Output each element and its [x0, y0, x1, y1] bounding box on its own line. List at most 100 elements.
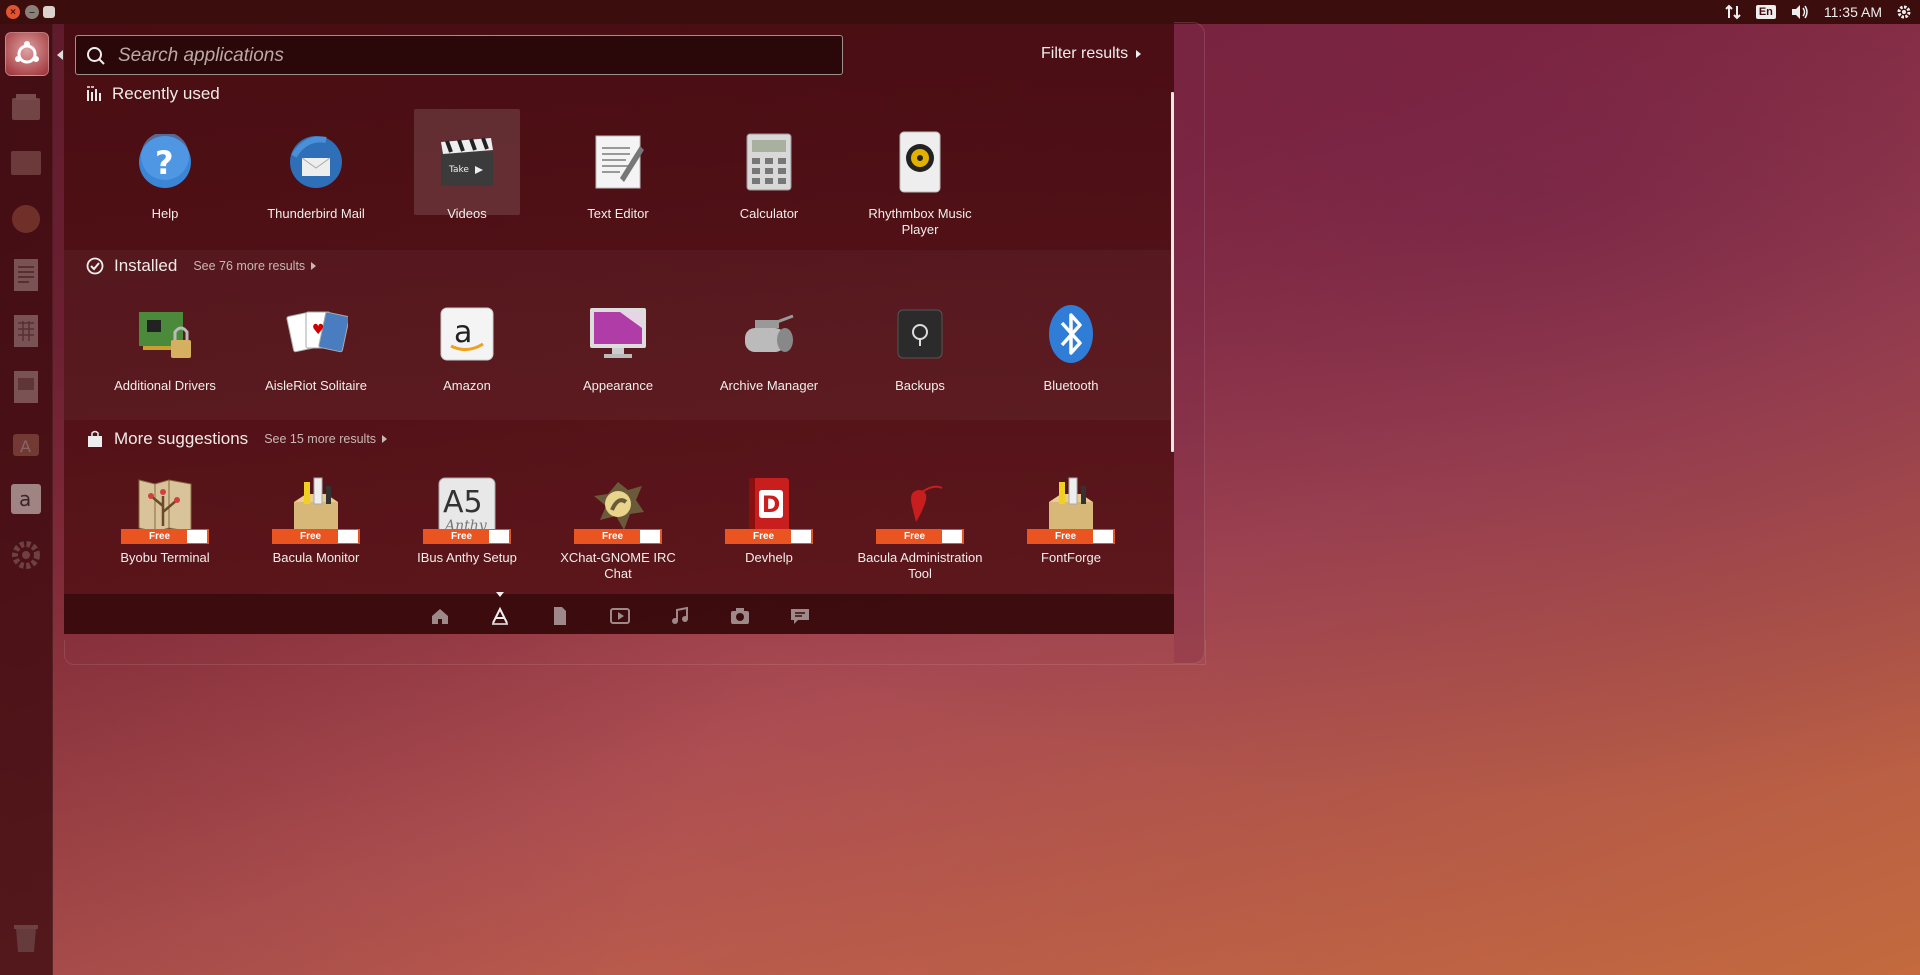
see-more-arrow-icon [311, 262, 317, 270]
amazon-launcher-icon[interactable]: a [5, 478, 47, 520]
writer-launcher-icon[interactable] [5, 254, 47, 296]
section-title-installed: Installed [114, 256, 178, 275]
video-lens-icon[interactable] [608, 604, 632, 628]
search-box[interactable] [75, 35, 843, 75]
app-label: Backups [895, 378, 945, 393]
search-input[interactable] [116, 41, 830, 71]
thunderbird-icon [284, 130, 348, 194]
app-label: Amazon [443, 378, 491, 393]
installed-see-more-link[interactable]: See 76 more results [193, 259, 317, 273]
app-tile[interactable]: Appearance [543, 302, 693, 394]
minimize-window-button[interactable]: – [25, 5, 39, 19]
app-tile[interactable]: D Free Devhelp [694, 474, 844, 566]
app-label: Devhelp [745, 550, 793, 565]
dash-home-button[interactable] [5, 32, 49, 76]
app-tile[interactable]: Free XChat-GNOME IRC Chat [543, 474, 693, 582]
filter-results-button[interactable]: Filter results [1041, 45, 1142, 63]
social-lens-icon[interactable] [788, 604, 812, 628]
maximize-window-button[interactable] [43, 6, 55, 18]
recent-apps-category-icon [87, 86, 101, 101]
indicator-tray: En 11:35 AM [1724, 0, 1920, 24]
files-lens-icon[interactable] [548, 604, 572, 628]
app-tile[interactable]: Free Bacula Monitor [241, 474, 391, 566]
app-tile[interactable]: A5 Anthy Free IBus Anthy Setup [392, 474, 542, 566]
applications-lens-icon[interactable] [488, 604, 512, 628]
files-folder-launcher-icon[interactable] [5, 142, 47, 184]
suggestions-see-more-label: See 15 more results [264, 432, 377, 446]
photos-lens-icon[interactable] [728, 604, 752, 628]
app-tile[interactable]: Backups [845, 302, 995, 394]
search-icon [86, 46, 106, 71]
active-lens-indicator [496, 592, 504, 597]
app-tile[interactable]: ♥ AisleRiot Solitaire [241, 302, 391, 394]
language-label: En [1755, 5, 1776, 19]
calc-launcher-icon[interactable] [5, 310, 47, 352]
app-tile[interactable]: Calculator [694, 130, 844, 222]
app-label: Help [151, 206, 179, 221]
svg-text:?: ? [155, 144, 174, 182]
app-tile[interactable]: Thunderbird Mail [241, 130, 391, 222]
see-more-arrow-icon [382, 435, 388, 443]
firefox-launcher-icon[interactable] [5, 198, 47, 240]
music-lens-icon[interactable] [668, 604, 692, 628]
free-badge: Free [121, 529, 209, 544]
svg-text:a: a [454, 315, 472, 350]
session-gear-icon[interactable] [1896, 4, 1912, 20]
volume-icon[interactable] [1790, 4, 1810, 20]
app-tile[interactable]: Archive Manager [694, 302, 844, 394]
app-tile[interactable]: Free Bacula Administration Tool [845, 474, 995, 582]
app-label: IBus Anthy Setup [417, 550, 517, 565]
files-launcher-icon[interactable] [5, 86, 47, 128]
clock[interactable]: 11:35 AM [1824, 4, 1882, 20]
anthy-icon: A5 Anthy Free [423, 474, 511, 544]
app-tile[interactable]: Rhythmbox Music Player [845, 130, 995, 238]
close-window-button[interactable]: × [6, 5, 20, 19]
installed-header: Installed See 76 more results [86, 256, 317, 276]
app-tile[interactable]: ? Help [90, 130, 240, 222]
results-scrollbar[interactable] [1171, 92, 1174, 452]
free-badge: Free [423, 529, 511, 544]
keyboard-layout-indicator[interactable]: En [1755, 5, 1776, 19]
archive-icon [737, 302, 801, 366]
fontforge-icon: Free [1027, 474, 1115, 544]
top-panel: × – En 11:35 AM [0, 0, 1920, 24]
app-label: Text Editor [587, 206, 649, 221]
rhythmbox-icon [888, 130, 952, 194]
suggestions-header: More suggestions See 15 more results [86, 429, 388, 449]
app-tile[interactable]: Additional Drivers [90, 302, 240, 394]
installed-see-more-label: See 76 more results [193, 259, 306, 273]
filter-results-label: Filter results [1041, 45, 1129, 62]
system-settings-launcher-icon[interactable] [5, 534, 47, 576]
free-badge: Free [574, 529, 662, 544]
free-badge-label: Free [149, 531, 171, 542]
bacula-monitor-icon: Free [272, 474, 360, 544]
app-tile[interactable]: Text Editor [543, 130, 693, 222]
calculator-icon [737, 130, 801, 194]
xchat-icon: Free [574, 474, 662, 544]
software-center-launcher-icon[interactable]: A [5, 422, 47, 464]
app-label: Additional Drivers [114, 378, 216, 393]
app-tile[interactable]: a Amazon [392, 302, 542, 394]
free-badge: Free [876, 529, 964, 544]
section-title-recent: Recently used [112, 84, 220, 103]
launcher: A a [0, 24, 53, 975]
network-icon[interactable] [1724, 4, 1742, 20]
app-label: XChat-GNOME IRC Chat [560, 550, 676, 581]
app-tile[interactable]: Bluetooth [996, 302, 1146, 394]
impress-launcher-icon[interactable] [5, 366, 47, 408]
home-lens-icon[interactable] [428, 604, 452, 628]
free-badge: Free [272, 529, 360, 544]
trash-launcher-icon[interactable] [5, 916, 47, 958]
svg-text:a: a [19, 487, 31, 511]
free-badge-label: Free [602, 531, 624, 542]
byobu-icon: Free [121, 474, 209, 544]
app-tile-selected[interactable]: Take Videos [392, 130, 542, 222]
app-label: Appearance [582, 378, 654, 393]
app-tile[interactable]: Free Byobu Terminal [90, 474, 240, 566]
ubuntu-logo-icon [15, 41, 39, 64]
app-tile[interactable]: Free FontForge [996, 474, 1146, 566]
section-title-suggestions: More suggestions [114, 429, 249, 448]
app-label: Archive Manager [719, 378, 819, 393]
suggestions-see-more-link[interactable]: See 15 more results [264, 432, 388, 446]
help-icon: ? [133, 130, 197, 194]
